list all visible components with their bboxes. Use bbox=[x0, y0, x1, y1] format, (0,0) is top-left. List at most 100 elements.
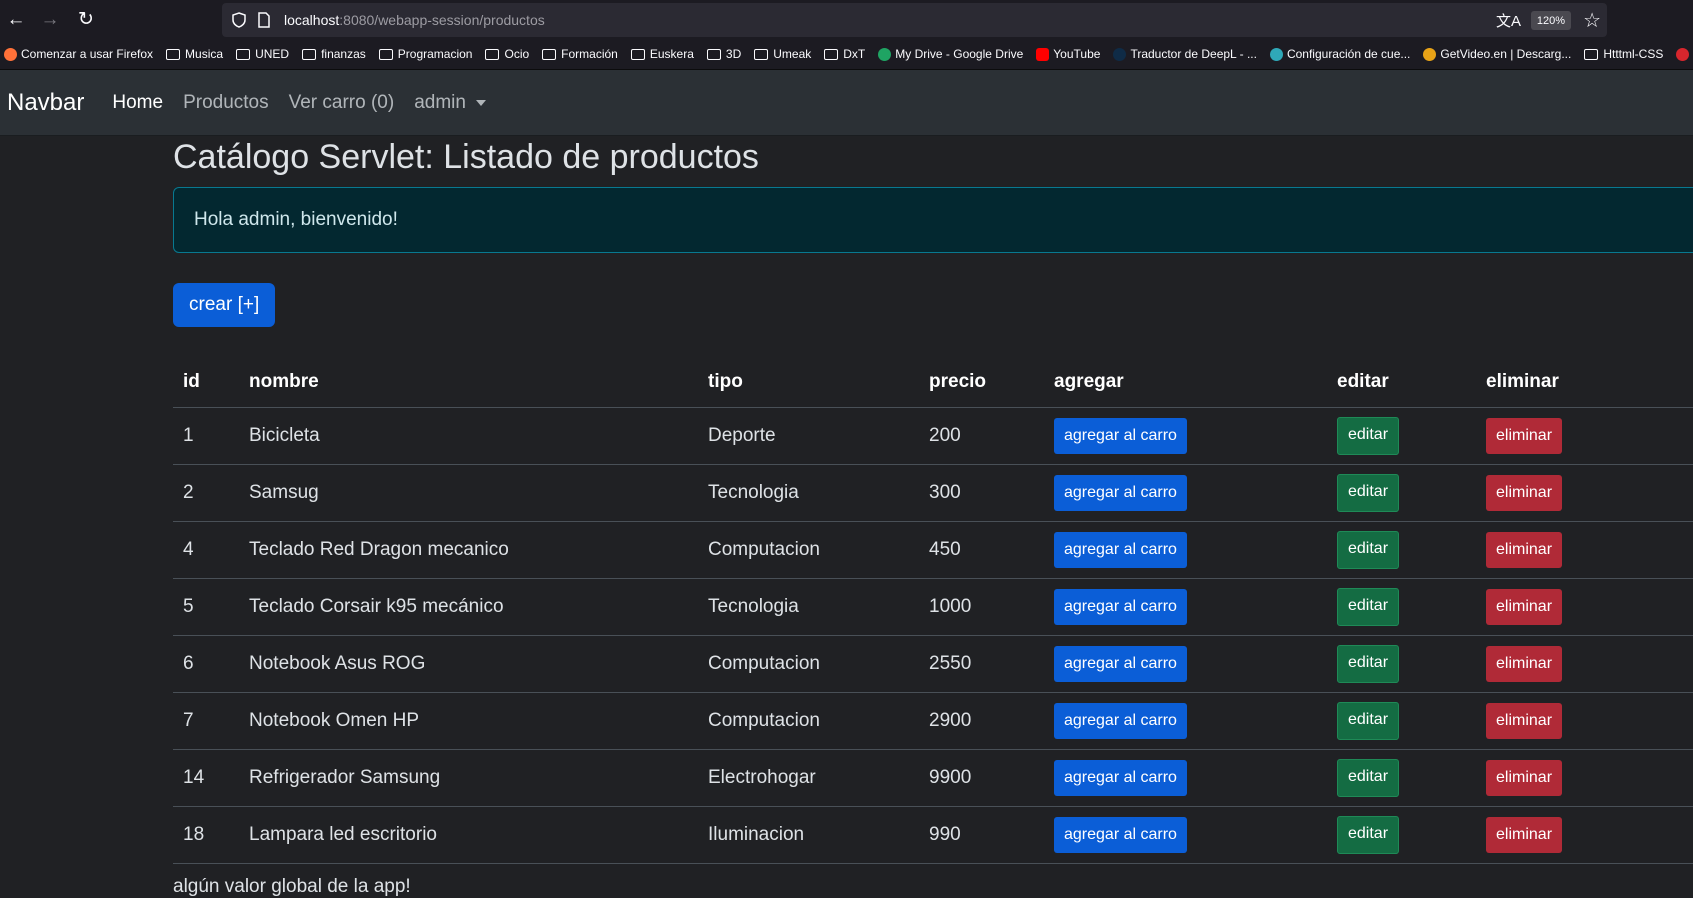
bookmark-item[interactable]: YouTube bbox=[1036, 47, 1100, 61]
delete-button[interactable]: eliminar bbox=[1486, 703, 1563, 739]
back-arrow-icon[interactable]: ← bbox=[4, 7, 28, 31]
delete-button[interactable]: eliminar bbox=[1486, 646, 1563, 682]
navbar-brand[interactable]: Navbar bbox=[7, 89, 84, 117]
getvideo-icon bbox=[1423, 47, 1437, 61]
bookmark-item[interactable]: n bbox=[1676, 47, 1693, 61]
delete-button[interactable]: eliminar bbox=[1486, 475, 1563, 511]
address-bar[interactable]: localhost:8080/webapp-session/productos … bbox=[222, 3, 1607, 37]
bookmark-item[interactable]: Ocio bbox=[485, 47, 529, 61]
cell-nombre: Refrigerador Samsung bbox=[239, 749, 698, 807]
bookmark-label: DxT bbox=[843, 47, 866, 61]
page-icon[interactable] bbox=[258, 12, 270, 28]
cell-action: eliminar bbox=[1476, 521, 1693, 579]
bookmark-item[interactable]: finanzas bbox=[302, 47, 366, 61]
column-header-editar: editar bbox=[1327, 357, 1476, 408]
bookmark-item[interactable]: Comenzar a usar Firefox bbox=[4, 47, 153, 61]
add-to-cart-button[interactable]: agregar al carro bbox=[1054, 532, 1187, 568]
edit-button[interactable]: editar bbox=[1337, 759, 1400, 797]
bookmark-item[interactable]: Htttml-CSS bbox=[1584, 47, 1663, 61]
google-drive-icon bbox=[878, 47, 892, 61]
add-to-cart-button[interactable]: agregar al carro bbox=[1054, 817, 1187, 853]
star-bookmark-icon[interactable]: ☆ bbox=[1583, 8, 1601, 33]
edit-button[interactable]: editar bbox=[1337, 417, 1400, 455]
cell-tipo: Deporte bbox=[698, 407, 919, 465]
add-to-cart-button[interactable]: agregar al carro bbox=[1054, 646, 1187, 682]
cell-precio: 9900 bbox=[919, 749, 1044, 807]
cell-action: editar bbox=[1327, 749, 1476, 807]
translate-icon[interactable]: 文A bbox=[1496, 10, 1521, 31]
edit-button[interactable]: editar bbox=[1337, 531, 1400, 569]
cell-precio: 450 bbox=[919, 521, 1044, 579]
folder-icon bbox=[1584, 48, 1599, 60]
caret-down-icon bbox=[475, 99, 486, 106]
delete-button[interactable]: eliminar bbox=[1486, 589, 1563, 625]
cell-action: editar bbox=[1327, 578, 1476, 636]
delete-button[interactable]: eliminar bbox=[1486, 817, 1563, 853]
nav-dropdown-admin[interactable]: admin bbox=[414, 92, 486, 114]
cell-id: 18 bbox=[173, 806, 239, 864]
edit-button[interactable]: editar bbox=[1337, 588, 1400, 626]
table-header-row: id nombre tipo precio agregar editar eli… bbox=[173, 357, 1693, 408]
nav-link-home[interactable]: Home bbox=[112, 92, 163, 114]
add-to-cart-button[interactable]: agregar al carro bbox=[1054, 703, 1187, 739]
bookmark-label: Programacion bbox=[397, 47, 473, 61]
cell-tipo: Electrohogar bbox=[698, 749, 919, 807]
folder-icon bbox=[754, 48, 769, 60]
cell-nombre: Samsug bbox=[239, 464, 698, 522]
bookmark-label: Formación bbox=[561, 47, 618, 61]
table-row: 7 Notebook Omen HP Computacion 2900 agregar … bbox=[173, 692, 1693, 750]
bookmark-item[interactable]: Programacion bbox=[378, 47, 473, 61]
bookmark-item[interactable]: DxT bbox=[824, 47, 865, 61]
cell-id: 2 bbox=[173, 464, 239, 522]
url-text[interactable]: localhost:8080/webapp-session/productos bbox=[284, 12, 545, 28]
youtube-icon bbox=[1036, 47, 1050, 61]
delete-button[interactable]: eliminar bbox=[1486, 532, 1563, 568]
bookmark-item[interactable]: UNED bbox=[236, 47, 289, 61]
bookmark-label: Euskera bbox=[649, 47, 694, 61]
bookmark-item[interactable]: Traductor de DeepL - ... bbox=[1113, 47, 1257, 61]
delete-button[interactable]: eliminar bbox=[1486, 760, 1563, 796]
shield-icon[interactable] bbox=[232, 12, 246, 28]
zoom-level-badge[interactable]: 120% bbox=[1530, 11, 1571, 30]
welcome-alert-text: Hola admin, bienvenido! bbox=[194, 209, 398, 230]
bookmark-item[interactable]: Formación bbox=[542, 47, 618, 61]
cell-action: agregar al carro bbox=[1044, 806, 1327, 864]
create-button[interactable]: crear [+] bbox=[173, 283, 276, 327]
bookmark-label: My Drive - Google Drive bbox=[895, 47, 1024, 61]
add-to-cart-button[interactable]: agregar al carro bbox=[1054, 475, 1187, 511]
cell-nombre: Bicicleta bbox=[239, 407, 698, 465]
bookmark-item[interactable]: 3D bbox=[706, 47, 741, 61]
bookmark-item[interactable]: My Drive - Google Drive bbox=[878, 47, 1023, 61]
bookmark-item[interactable]: Umeak bbox=[754, 47, 811, 61]
bookmark-item[interactable]: Configuración de cue... bbox=[1269, 47, 1410, 61]
cell-id: 6 bbox=[173, 635, 239, 693]
column-header-eliminar: eliminar bbox=[1476, 357, 1693, 408]
add-to-cart-button[interactable]: agregar al carro bbox=[1054, 589, 1187, 625]
forward-arrow-icon[interactable]: → bbox=[38, 7, 62, 31]
table-row: 2 Samsug Tecnologia 300 agregar al carro edit… bbox=[173, 464, 1693, 522]
nav-link-ver-carro[interactable]: Ver carro (0) bbox=[289, 92, 395, 114]
cell-action: eliminar bbox=[1476, 692, 1693, 750]
cell-action: agregar al carro bbox=[1044, 578, 1327, 636]
reload-icon[interactable]: ↻ bbox=[74, 7, 98, 31]
column-header-agregar: agregar bbox=[1044, 357, 1327, 408]
delete-button[interactable]: eliminar bbox=[1486, 418, 1563, 454]
edit-button[interactable]: editar bbox=[1337, 645, 1400, 683]
column-header-nombre: nombre bbox=[239, 357, 698, 408]
cell-action: eliminar bbox=[1476, 407, 1693, 465]
cell-precio: 2900 bbox=[919, 692, 1044, 750]
bookmark-item[interactable]: Euskera bbox=[630, 47, 694, 61]
edit-button[interactable]: editar bbox=[1337, 474, 1400, 512]
edit-button[interactable]: editar bbox=[1337, 702, 1400, 740]
cell-action: agregar al carro bbox=[1044, 464, 1327, 522]
cell-action: eliminar bbox=[1476, 806, 1693, 864]
bookmark-item[interactable]: GetVideo.en | Descarg... bbox=[1423, 47, 1571, 61]
edit-button[interactable]: editar bbox=[1337, 816, 1400, 854]
add-to-cart-button[interactable]: agregar al carro bbox=[1054, 418, 1187, 454]
cell-id: 5 bbox=[173, 578, 239, 636]
nav-link-productos[interactable]: Productos bbox=[183, 92, 269, 114]
cell-action: editar bbox=[1327, 407, 1476, 465]
bookmark-item[interactable]: Musica bbox=[166, 47, 223, 61]
add-to-cart-button[interactable]: agregar al carro bbox=[1054, 760, 1187, 796]
cell-tipo: Iluminacion bbox=[698, 806, 919, 864]
